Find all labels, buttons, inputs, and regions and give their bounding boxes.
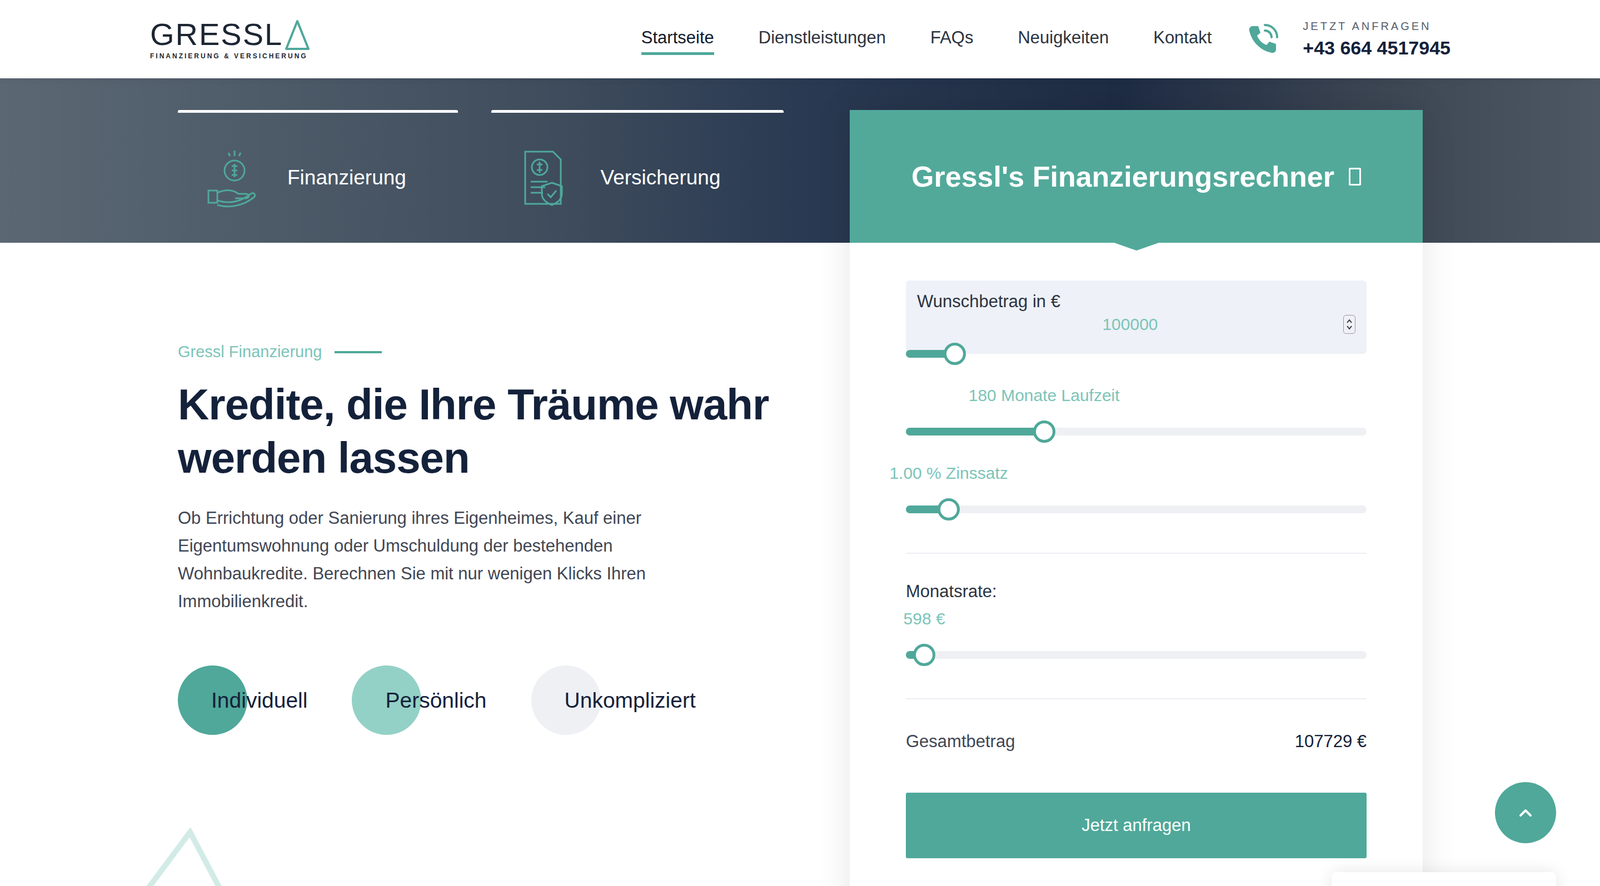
hero-tab-label: Versicherung xyxy=(600,166,721,190)
hero-tab[interactable]: Finanzierung xyxy=(177,110,458,243)
range-slider[interactable] xyxy=(905,498,1367,521)
range-slider[interactable] xyxy=(905,420,1367,443)
contact-label: JETZT ANFRAGEN xyxy=(1302,20,1451,33)
calculator-icon xyxy=(1348,167,1362,186)
phone-number[interactable]: +43 664 4517945 xyxy=(1302,37,1451,59)
chevron-up-icon xyxy=(1516,803,1535,823)
range-slider[interactable] xyxy=(905,644,1367,667)
hero-tab-label: Finanzierung xyxy=(287,166,407,190)
logo-wordmark: GRESSL xyxy=(150,18,310,51)
slider-label-row: 1.00 % Zinssatz xyxy=(905,464,1367,487)
finance-calculator: Gressl's Finanzierungsrechner Wunschbetra… xyxy=(849,110,1423,886)
amount-input[interactable]: 100000 xyxy=(916,315,1344,335)
nav-item[interactable]: Startseite xyxy=(641,23,715,56)
divider xyxy=(905,552,1367,555)
amount-field[interactable]: Wunschbetrag in € 100000 xyxy=(905,280,1367,355)
intro-column: Finanzierung Versicherung Gressl Finanzier… xyxy=(177,110,784,886)
slider-thumb[interactable] xyxy=(913,644,936,667)
eyebrow-line xyxy=(334,351,382,354)
feature-label: Individuell xyxy=(211,688,308,714)
feature-item: Unkompliziert xyxy=(531,665,707,736)
feature-label: Unkompliziert xyxy=(564,688,696,714)
slider-thumb[interactable] xyxy=(1033,420,1056,443)
rate-value: 598 € xyxy=(903,609,946,629)
hero-tabs: Finanzierung Versicherung xyxy=(177,110,784,243)
main-content: Finanzierung Versicherung Gressl Finanzier… xyxy=(0,78,1600,886)
logo-tagline: FINANZIERUNG & VERSICHERUNG xyxy=(150,52,310,61)
logo-name: GRESSL xyxy=(150,18,283,51)
calculator-body: Wunschbetrag in € 100000 180 Monate Laufze… xyxy=(849,242,1423,859)
intro-text: Ob Errichtung oder Sanierung ihres Eigen… xyxy=(177,504,701,616)
calculator-header: Gressl's Finanzierungsrechner xyxy=(849,110,1423,243)
amount-input-row: 100000 xyxy=(916,315,1356,335)
spinner-icon[interactable] xyxy=(1343,315,1356,335)
divider xyxy=(905,698,1367,700)
feature-item: Persönlich xyxy=(351,665,498,736)
logo[interactable]: GRESSLFINANZIERUNG & VERSICHERUNG xyxy=(150,18,310,61)
slider-label: 1.00 % Zinssatz xyxy=(889,464,1008,483)
site-header: GRESSLFINANZIERUNG & VERSICHERUNG Startse… xyxy=(0,0,1600,79)
rate-label: Monatsrate: xyxy=(905,581,1367,602)
triangle-logo-icon xyxy=(283,18,310,51)
hero-heading: Kredite, die Ihre Träume wahr werden las… xyxy=(177,377,784,485)
range-slider[interactable] xyxy=(905,342,1367,366)
decor-triangle-icon xyxy=(138,828,228,886)
rate-value-row: 598 € xyxy=(905,609,1367,632)
scroll-top-button[interactable] xyxy=(1494,782,1557,844)
feature-list: Individuell Persönlich Unkompliziert xyxy=(177,665,784,736)
contact-block[interactable]: JETZT ANFRAGEN +43 664 4517945 xyxy=(1244,20,1451,59)
total-value: 107729 € xyxy=(1294,731,1367,752)
hero-tab[interactable]: Versicherung xyxy=(491,110,784,243)
slider-track[interactable] xyxy=(905,651,1367,660)
insurance-document-icon xyxy=(517,147,579,209)
amount-label: Wunschbetrag in € xyxy=(916,291,1356,312)
nav-item[interactable]: Kontakt xyxy=(1153,23,1212,56)
total-label: Gesamtbetrag xyxy=(905,731,1015,752)
eyebrow-text: Gressl Finanzierung xyxy=(177,342,323,362)
slider-track[interactable] xyxy=(905,350,1367,358)
total-row: Gesamtbetrag 107729 € xyxy=(905,731,1367,752)
slider-fill xyxy=(905,427,1045,436)
slider-track[interactable] xyxy=(905,505,1367,514)
feature-label: Persönlich xyxy=(385,688,487,714)
arrows-icon xyxy=(1346,317,1353,332)
slider-thumb[interactable] xyxy=(937,498,960,521)
main-nav: Startseite Dienstleistungen FAQs Neuigkeite… xyxy=(641,23,1213,56)
slider-thumb[interactable] xyxy=(943,342,966,366)
request-button[interactable]: Jetzt anfragen xyxy=(905,793,1367,859)
money-hand-icon xyxy=(203,147,266,209)
slider-track[interactable] xyxy=(905,427,1367,436)
contact-text: JETZT ANFRAGEN +43 664 4517945 xyxy=(1302,20,1451,59)
floating-card xyxy=(1331,872,1557,886)
nav-item[interactable]: Neuigkeiten xyxy=(1017,23,1109,56)
slider-label: 180 Monate Laufzeit xyxy=(968,386,1120,406)
phone-icon xyxy=(1244,21,1281,58)
slider-label-row: 180 Monate Laufzeit xyxy=(905,386,1367,409)
feature-item: Individuell xyxy=(177,665,319,736)
nav-item[interactable]: Dienstleistungen xyxy=(758,23,886,56)
calculator-title: Gressl's Finanzierungsrechner xyxy=(911,160,1335,194)
eyebrow: Gressl Finanzierung xyxy=(177,342,784,362)
nav-item[interactable]: FAQs xyxy=(930,23,974,56)
